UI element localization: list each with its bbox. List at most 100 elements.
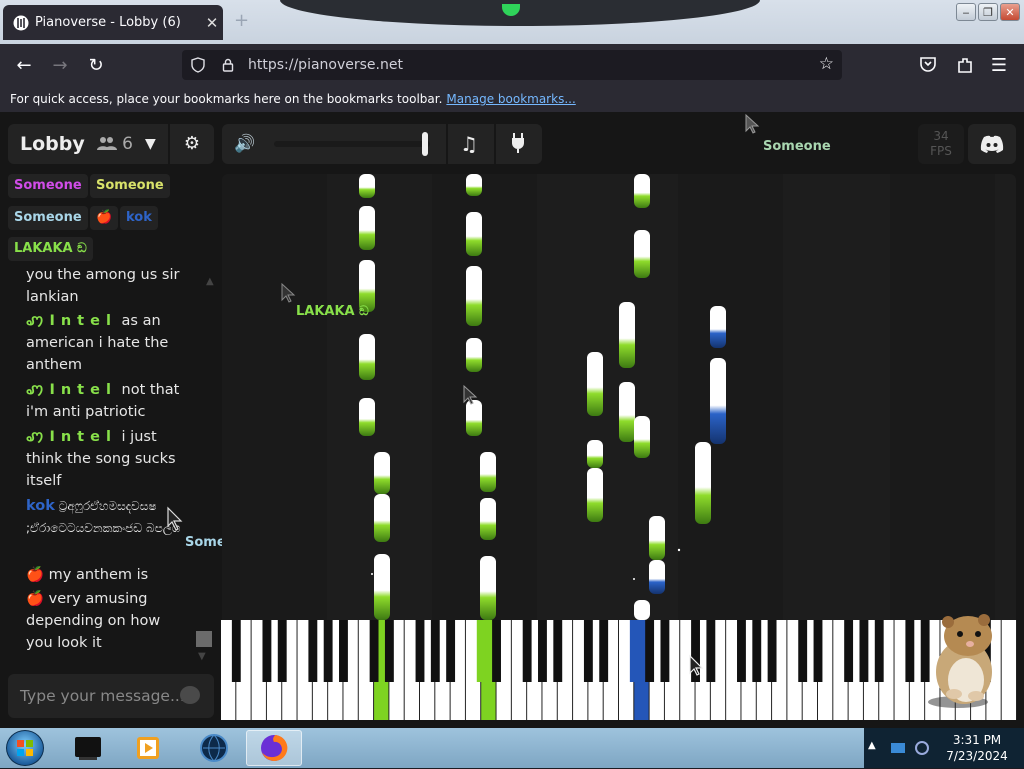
cursor-label: Someone [763, 139, 831, 154]
window-top-decoration [280, 0, 760, 26]
piano-black-key[interactable] [874, 620, 884, 682]
piano-black-key[interactable] [231, 620, 241, 682]
chat-scrollbar-thumb[interactable] [196, 631, 212, 647]
piano-black-key[interactable] [645, 620, 655, 682]
piano-black-key[interactable] [384, 620, 394, 682]
music-note-icon[interactable]: ♫ [460, 132, 478, 156]
piano-black-key[interactable] [262, 620, 272, 682]
mouse-cursor-icon [689, 654, 704, 676]
taskbar-app-globe[interactable] [186, 730, 242, 766]
discord-button[interactable] [968, 124, 1016, 164]
extensions-icon[interactable] [955, 55, 975, 75]
piano-keys[interactable] [221, 620, 1017, 720]
window-close-button[interactable]: ✕ [1000, 3, 1020, 21]
piano-black-key[interactable] [538, 620, 547, 682]
piano-black-key[interactable] [339, 620, 348, 682]
piano-black-key[interactable] [737, 620, 746, 682]
piano-black-key[interactable] [522, 620, 532, 682]
user-badge[interactable]: 🍎 [90, 206, 119, 230]
forward-arrow-icon[interactable]: → [49, 54, 71, 76]
piano-black-key[interactable] [844, 620, 854, 682]
volume-tray-icon[interactable] [914, 739, 930, 757]
piano-black-key[interactable] [308, 620, 318, 682]
scroll-down-icon[interactable]: ▼ [198, 651, 206, 662]
address-bar[interactable]: https://pianoverse.net ☆ [182, 50, 842, 80]
user-badge[interactable]: kok [120, 206, 158, 230]
piano-black-key[interactable] [369, 620, 379, 682]
plug-icon[interactable] [510, 132, 526, 154]
taskbar-app-terminal[interactable] [60, 730, 116, 766]
reload-icon[interactable]: ↻ [85, 54, 107, 76]
maximize-button[interactable]: ❐ [978, 3, 998, 21]
pianoverse-favicon-icon [13, 15, 29, 30]
back-arrow-icon[interactable]: ← [13, 54, 35, 76]
lock-icon[interactable] [218, 57, 238, 73]
chat-nick[interactable]: kok [26, 498, 55, 514]
media-player-icon [137, 737, 159, 759]
note-bar [587, 352, 603, 416]
start-button[interactable] [6, 730, 44, 766]
volume-slider-track[interactable] [274, 141, 430, 147]
caret-down-icon[interactable]: ▼ [145, 136, 156, 152]
piano-black-key[interactable] [629, 620, 639, 682]
scroll-up-icon[interactable]: ▲ [206, 276, 214, 287]
piano-black-key[interactable] [599, 620, 609, 682]
network-icon[interactable] [890, 741, 906, 755]
piano-black-key[interactable] [706, 620, 716, 682]
windows-logo-icon [17, 740, 33, 756]
piano-black-key[interactable] [813, 620, 823, 682]
volume-icon[interactable]: 🔊 [234, 134, 255, 154]
chat-nick[interactable]: ꩇIntel [26, 313, 117, 329]
chat-text: my anthem is [48, 567, 149, 583]
chat-bubble-icon[interactable] [180, 686, 200, 704]
chat-nick[interactable]: 🍎 [26, 591, 44, 607]
clock[interactable]: 3:31 PM 7/23/2024 [944, 732, 1010, 764]
piano-black-key[interactable] [553, 620, 563, 682]
new-tab-button[interactable]: + [234, 10, 249, 31]
gear-icon[interactable]: ⚙ [184, 133, 200, 154]
piano-black-key[interactable] [476, 620, 486, 682]
piano-black-key[interactable] [660, 620, 670, 682]
piano-black-key[interactable] [767, 620, 777, 682]
piano-black-key[interactable] [446, 620, 456, 682]
piano-black-key[interactable] [798, 620, 808, 682]
user-badge[interactable]: Someone [8, 206, 88, 230]
note-roll: LAKAKA ඞ [222, 174, 1016, 620]
note-bar [634, 174, 650, 208]
shield-icon[interactable] [188, 57, 208, 73]
chat-input[interactable]: Type your message... [8, 674, 214, 718]
user-badge[interactable]: LAKAKA ඞ [8, 237, 93, 261]
piano-keyboard[interactable] [221, 620, 1017, 720]
taskbar-app-firefox[interactable] [246, 730, 302, 766]
piano-black-key[interactable] [859, 620, 869, 682]
piano-black-key[interactable] [277, 620, 287, 682]
chat-nick[interactable]: ꩇIntel [26, 429, 117, 445]
minimize-button[interactable]: ‒ [956, 3, 976, 21]
piano-black-key[interactable] [430, 620, 440, 682]
pocket-icon[interactable] [918, 56, 938, 74]
piano-black-key[interactable] [752, 620, 762, 682]
piano-black-key[interactable] [415, 620, 425, 682]
chat-nick[interactable]: ꩇIntel [26, 382, 117, 398]
taskbar-app-media[interactable] [120, 730, 176, 766]
room-header[interactable]: Lobby 6 ▼ ⚙ [8, 124, 214, 164]
piano-black-key[interactable] [323, 620, 333, 682]
browser-tab-active[interactable]: Pianoverse - Lobby (6) ✕ [3, 5, 223, 40]
piano-black-key[interactable] [905, 620, 915, 682]
user-badge[interactable]: Someone [8, 174, 88, 198]
bookmark-star-icon[interactable]: ☆ [819, 54, 834, 74]
note-bar [649, 560, 665, 594]
room-name: Lobby [20, 133, 85, 155]
bookmarks-hint: For quick access, place your bookmarks h… [10, 92, 443, 106]
fps-label: FPS [930, 144, 952, 158]
piano-black-key[interactable] [583, 620, 593, 682]
tab-close-icon[interactable]: ✕ [201, 14, 223, 32]
menu-hamburger-icon[interactable]: ☰ [988, 54, 1010, 76]
volume-slider-knob[interactable] [422, 132, 429, 156]
manage-bookmarks-link[interactable]: Manage bookmarks... [446, 92, 575, 106]
piano-black-key[interactable] [492, 620, 501, 682]
chat-nick[interactable]: 🍎 [26, 567, 44, 583]
window-controls: ‒ ❐ ✕ [956, 3, 1020, 21]
user-badge[interactable]: Someone [90, 174, 170, 198]
tray-expand-icon[interactable]: ▲ [868, 740, 876, 751]
